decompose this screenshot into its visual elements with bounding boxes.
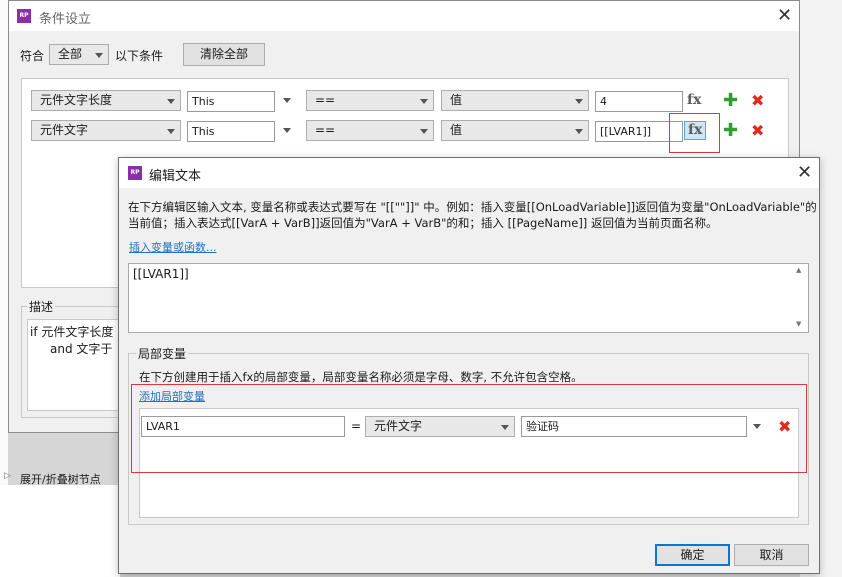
description-title: 描述	[27, 298, 56, 315]
row2-field-select[interactable]: 元件文字	[31, 120, 181, 141]
description-line-1: if 元件文字长度	[30, 325, 114, 339]
tree-toggle-label[interactable]: 展开/折叠树节点	[20, 471, 101, 487]
row1-value-input[interactable]: 4	[595, 91, 683, 112]
row1-value-type-select[interactable]: 值	[441, 90, 589, 111]
tree-toggle-arrow-icon[interactable]: ▷	[4, 471, 11, 481]
fx-highlight-box	[669, 113, 720, 153]
chevron-down-icon	[575, 99, 583, 104]
condition-dialog-close-icon[interactable]: ✕	[777, 7, 792, 25]
chevron-down-icon	[575, 129, 583, 134]
rp-app-icon: RP	[17, 9, 31, 23]
insert-variable-link[interactable]: 插入变量或函数...	[129, 239, 217, 255]
app-background-bottom-left	[0, 485, 120, 577]
match-suffix-label: 以下条件	[115, 49, 164, 63]
row2-add-icon[interactable]: ✚	[723, 122, 738, 140]
row1-operator-select[interactable]: ==	[306, 90, 434, 111]
local-var-target-input[interactable]: 验证码	[521, 416, 747, 437]
row1-target-chevron-icon[interactable]	[283, 98, 291, 103]
chevron-down-icon	[501, 425, 509, 430]
local-var-type-value: 元件文字	[374, 419, 423, 433]
local-var-delete-icon[interactable]: ✖	[778, 419, 791, 435]
row1-value-type-value: 值	[450, 93, 463, 107]
local-vars-help: 在下方创建用于插入fx的局部变量，局部变量名称必须是字母、数字, 不允许包含空格…	[139, 370, 583, 384]
match-mode-select[interactable]: 全部	[49, 44, 109, 65]
chevron-down-icon	[95, 53, 103, 58]
local-vars-title: 局部变量	[136, 345, 189, 362]
row1-add-icon[interactable]: ✚	[723, 92, 738, 110]
chevron-down-icon	[167, 129, 175, 134]
row1-field-select[interactable]: 元件文字长度	[31, 90, 181, 111]
ok-button[interactable]: 确定	[655, 544, 730, 566]
row2-value-type-select[interactable]: 值	[441, 120, 589, 141]
description-line-2: and 文字于	[50, 342, 113, 356]
chevron-down-icon	[420, 129, 428, 134]
condition-dialog-title: 条件设立	[39, 12, 92, 27]
clear-all-button[interactable]: 清除全部	[183, 43, 265, 66]
edit-text-close-icon[interactable]: ✕	[797, 164, 812, 182]
cancel-button[interactable]: 取消	[734, 544, 809, 566]
text-editor[interactable]: [[LVAR1]] ▲ ▼	[128, 263, 809, 333]
condition-dialog-titlebar: RP 条件设立 ✕	[9, 1, 799, 31]
edit-text-dialog: RP 编辑文本 ✕ 在下方编辑区输入文本, 变量名称或表达式要写在 "[[""]…	[118, 157, 820, 574]
local-var-target-chevron-icon[interactable]	[753, 424, 761, 429]
row1-target-input[interactable]: This	[187, 91, 275, 112]
chevron-down-icon	[420, 99, 428, 104]
edit-text-title: 编辑文本	[149, 169, 202, 184]
local-var-name-input[interactable]: LVAR1	[141, 416, 345, 437]
row2-value-type-value: 值	[450, 123, 463, 137]
match-prefix-label: 符合	[20, 49, 45, 63]
text-editor-content: [[LVAR1]]	[133, 267, 189, 281]
row2-target-input[interactable]: This	[187, 121, 275, 142]
row2-field-value: 元件文字	[40, 123, 89, 137]
row2-operator-select[interactable]: ==	[306, 120, 434, 141]
row2-target-chevron-icon[interactable]	[283, 128, 291, 133]
local-var-equals: =	[351, 419, 362, 433]
help-text-line-1: 在下方编辑区输入文本, 变量名称或表达式要写在 "[[""]]" 中。例如：插入…	[128, 200, 817, 214]
row1-field-value: 元件文字长度	[40, 93, 113, 107]
help-text-line-2: 当前值；插入表达式[[VarA + VarB]]返回值为"VarA + VarB…	[128, 216, 718, 230]
scroll-up-icon[interactable]: ▲	[796, 266, 801, 274]
local-var-type-select[interactable]: 元件文字	[365, 416, 515, 437]
row1-delete-icon[interactable]: ✖	[751, 93, 764, 109]
rp-app-icon: RP	[128, 166, 142, 180]
row2-operator-value: ==	[315, 123, 336, 137]
edit-text-titlebar: RP 编辑文本 ✕	[119, 158, 819, 188]
chevron-down-icon	[167, 99, 175, 104]
match-mode-value: 全部	[58, 47, 83, 61]
row1-fx-icon[interactable]: fx	[687, 92, 701, 108]
scroll-down-icon[interactable]: ▼	[796, 320, 801, 328]
row2-delete-icon[interactable]: ✖	[751, 123, 764, 139]
row1-operator-value: ==	[315, 93, 336, 107]
